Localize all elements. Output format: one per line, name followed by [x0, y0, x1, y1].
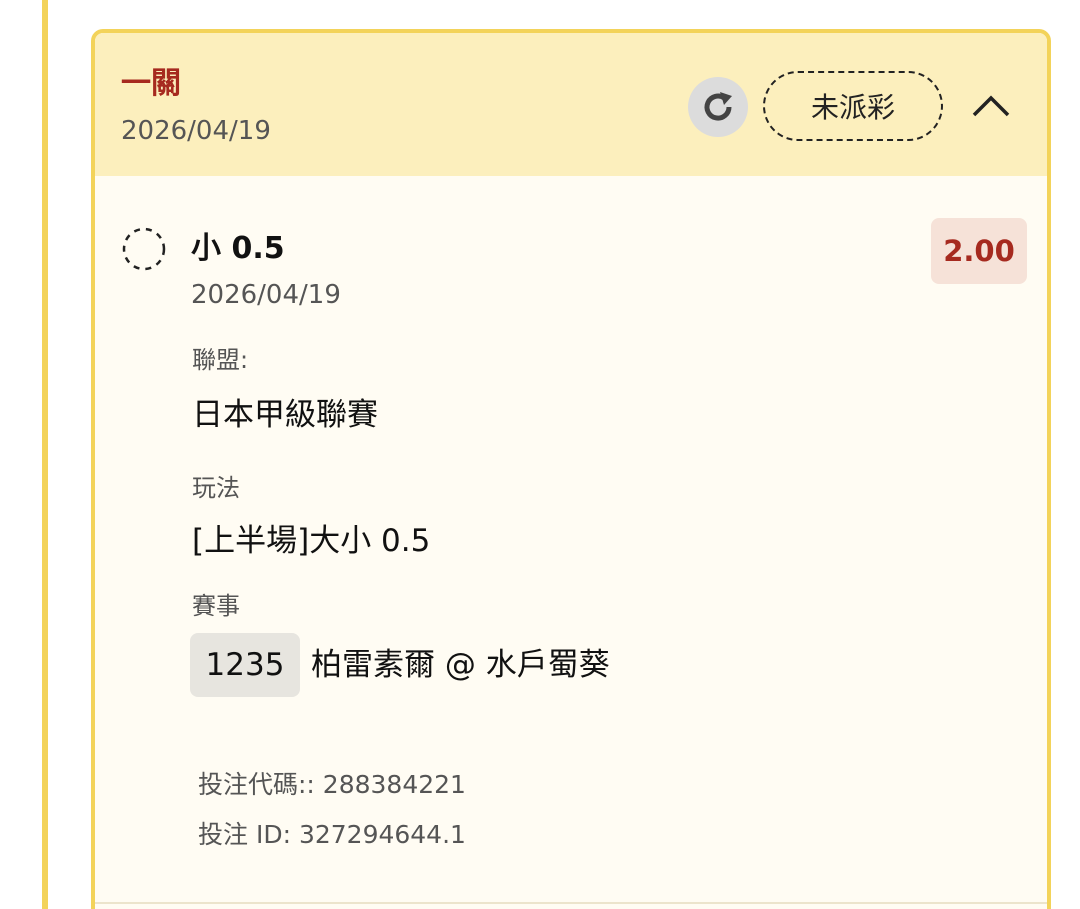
- pending-circle-icon: [122, 227, 166, 271]
- league-label: 聯盟:: [192, 346, 249, 374]
- bet-code: 投注代碼:: 288384221: [198, 770, 466, 799]
- bet-type-label: 一關: [121, 66, 181, 101]
- bet-card-header[interactable]: 一關 2026/04/19 未派彩: [95, 33, 1047, 176]
- selection-item: 小 0.5 2026/04/19 2.00 聯盟: 日本甲級聯賽 玩法 [上半場…: [95, 176, 1047, 909]
- bet-date: 2026/04/19: [121, 116, 271, 146]
- event-name: 柏雷素爾 @ 水戶蜀葵: [311, 647, 610, 683]
- left-accent-rail: [42, 0, 48, 909]
- event-id-badge: 1235: [190, 633, 300, 697]
- league-value: 日本甲級聯賽: [192, 397, 378, 433]
- status-badge: 未派彩: [763, 71, 943, 141]
- market-value: [上半場]大小 0.5: [192, 523, 431, 559]
- selection-title: 小 0.5: [191, 231, 285, 266]
- refresh-icon: [704, 92, 732, 121]
- market-label: 玩法: [192, 474, 240, 502]
- collapse-button[interactable]: [966, 83, 1016, 129]
- selection-date: 2026/04/19: [191, 280, 341, 310]
- bet-id: 投注 ID: 327294644.1: [198, 820, 466, 849]
- bet-detail-page: 一關 2026/04/19 未派彩 小 0.5 2026/04/19 2.00 …: [0, 0, 1080, 909]
- event-label: 賽事: [192, 592, 240, 620]
- chevron-up-icon: [972, 95, 1010, 117]
- divider: [95, 902, 1047, 904]
- refresh-button[interactable]: [688, 77, 748, 137]
- bet-card: 一關 2026/04/19 未派彩 小 0.5 2026/04/19 2.00 …: [91, 29, 1051, 909]
- odds-badge: 2.00: [931, 218, 1027, 284]
